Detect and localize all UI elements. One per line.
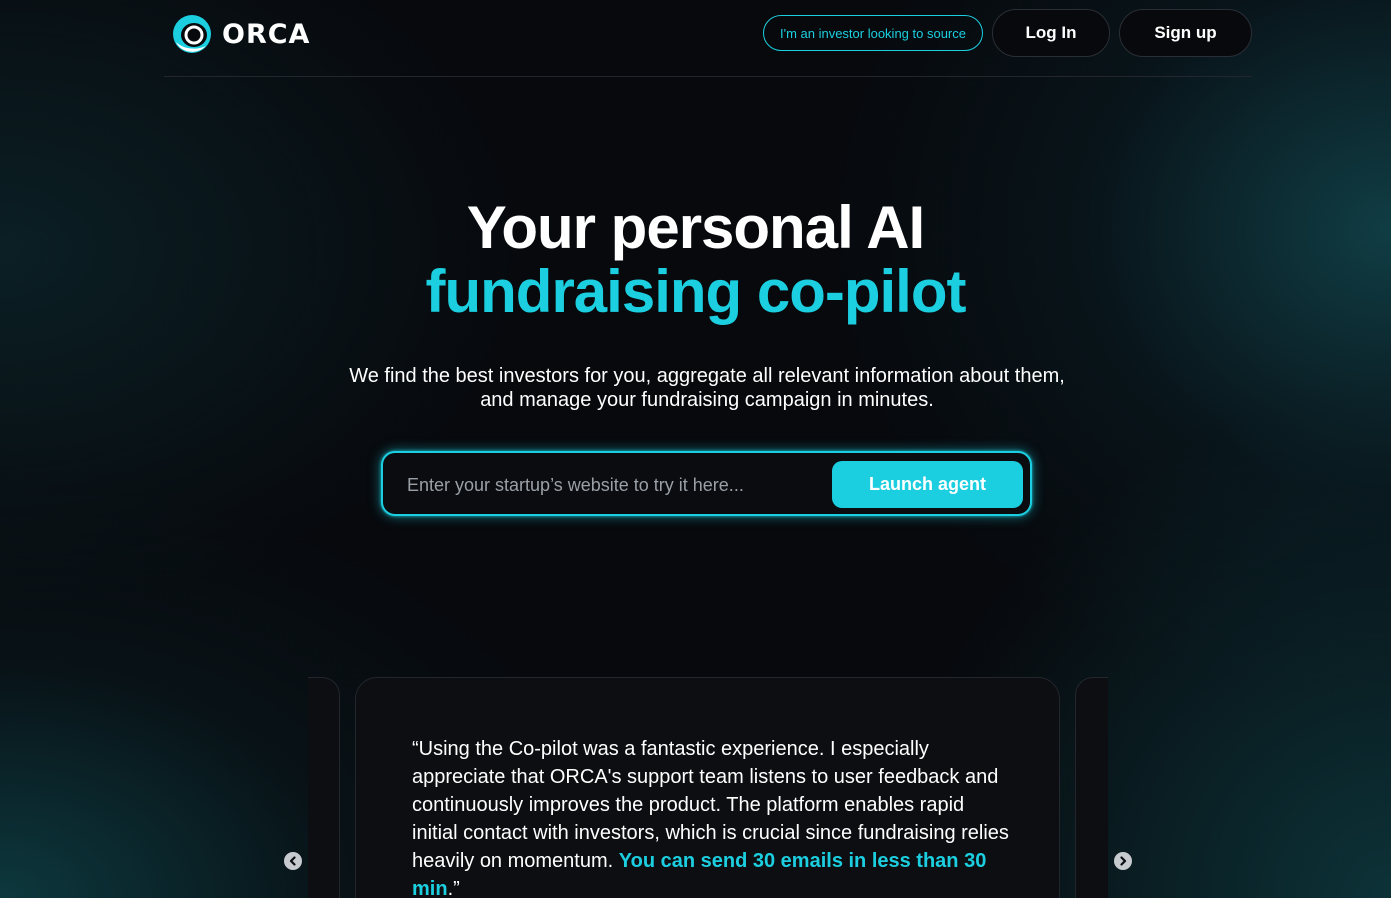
testimonial-quote-end: .” [447,878,460,898]
testimonial-card: “Using the Co-pilot was a fantastic expe… [355,677,1060,898]
testimonial-card-previous [308,677,340,898]
launch-agent-button[interactable]: Launch agent [832,461,1023,508]
logo[interactable]: ORCA [170,12,310,56]
site-header: ORCA I'm an investor looking to source L… [164,0,1252,77]
investor-source-button[interactable]: I'm an investor looking to source [762,15,983,51]
brand-name: ORCA [222,18,311,50]
signup-button[interactable]: Sign up [1119,9,1252,57]
carousel-next-button[interactable] [1114,852,1132,870]
hero-title: Your personal AI fundraising co-pilot [0,196,1391,324]
hero-title-line1: Your personal AI [466,194,925,261]
login-button[interactable]: Log In [992,9,1110,57]
testimonial-card-next [1075,677,1108,898]
orca-logo-icon [173,15,211,53]
website-search-box: Launch agent [381,451,1032,516]
startup-website-input[interactable] [405,465,819,505]
hero-subtitle: We find the best investors for you, aggr… [349,365,1065,411]
hero-title-line2: fundraising co-pilot [425,258,967,325]
chevron-left-icon [289,856,296,866]
top-nav: I'm an investor looking to source Log In… [762,9,1252,57]
carousel-prev-button[interactable] [284,852,302,870]
chevron-right-icon [1120,856,1127,866]
testimonial-quote: “Using the Co-pilot was a fantastic expe… [412,735,1012,898]
